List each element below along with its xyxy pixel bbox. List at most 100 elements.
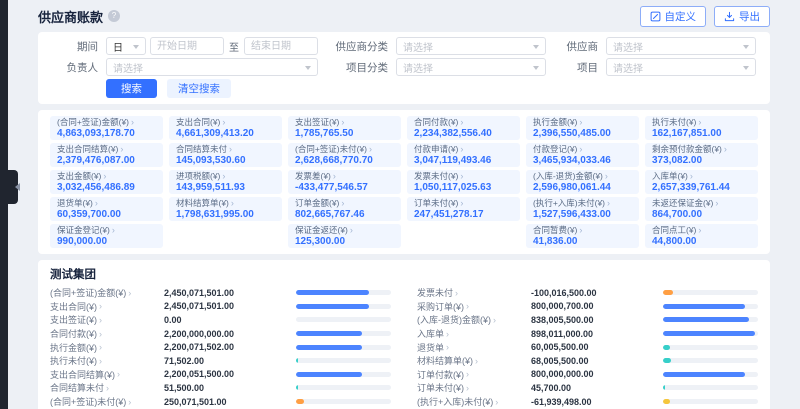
placeholder-text: 请选择 bbox=[613, 60, 643, 75]
clear-search-button[interactable]: 清空搜索 bbox=[167, 79, 231, 98]
metric-label[interactable]: 订单付款(¥)› bbox=[417, 368, 531, 381]
metric-row: (合同+签证)未付(¥)›250,071,501.00 bbox=[50, 395, 391, 409]
metric-value: -100,016,500.00 bbox=[531, 288, 663, 298]
stat-card[interactable]: (合同+签证)金额(¥)›4,863,093,178.70 bbox=[50, 116, 163, 140]
stat-card[interactable]: 支出签证(¥)›1,785,765.50 bbox=[288, 116, 401, 140]
stat-card[interactable]: 支出合同结算(¥)›2,379,476,087.00 bbox=[50, 143, 163, 167]
chevron-right-icon: › bbox=[103, 171, 106, 181]
metric-value: 250,071,501.00 bbox=[164, 397, 296, 407]
metric-row: 材料结算单(¥)›68,005,500.00 bbox=[417, 354, 758, 368]
metric-label[interactable]: 订单未付(¥)› bbox=[417, 381, 531, 394]
filter-actions: 搜索 清空搜索 bbox=[106, 79, 756, 98]
metric-label[interactable]: 合同付款(¥)› bbox=[50, 327, 164, 340]
metric-bar bbox=[663, 290, 758, 295]
metric-bar-fill bbox=[296, 399, 304, 404]
stat-label: (入库-退货)金额(¥)› bbox=[533, 171, 632, 181]
metric-label[interactable]: (入库-退货)金额(¥)› bbox=[417, 313, 531, 326]
stat-card[interactable]: 未返还保证金(¥)›864,700.00 bbox=[645, 197, 758, 221]
metric-label[interactable]: 执行未付(¥)› bbox=[50, 354, 164, 367]
stat-card[interactable]: 发票差(¥)›-433,477,546.57 bbox=[288, 170, 401, 194]
metric-label[interactable]: 支出签证(¥)› bbox=[50, 313, 164, 326]
stat-card[interactable]: 支出合同(¥)›4,661,309,413.20 bbox=[169, 116, 282, 140]
metric-label[interactable]: (合同+签证)金额(¥)› bbox=[50, 286, 164, 299]
metric-label[interactable]: 退货单› bbox=[417, 341, 531, 354]
metric-label[interactable]: 发票未付› bbox=[417, 286, 531, 299]
stat-value: 125,300.00 bbox=[295, 236, 394, 247]
owner-select[interactable]: 请选择 bbox=[106, 58, 318, 76]
stat-card[interactable]: 执行金额(¥)›2,396,550,485.00 bbox=[526, 116, 639, 140]
help-icon[interactable]: ? bbox=[108, 10, 120, 22]
metric-label[interactable]: 材料结算单(¥)› bbox=[417, 354, 531, 367]
project-select[interactable]: 请选择 bbox=[606, 58, 756, 76]
metric-label[interactable]: (合同+签证)未付(¥)› bbox=[50, 395, 164, 408]
chevron-right-icon: › bbox=[466, 369, 469, 379]
chevron-right-icon: › bbox=[333, 171, 336, 181]
stat-card[interactable]: 退货单(¥)›60,359,700.00 bbox=[50, 197, 163, 221]
stat-card[interactable]: (执行+入库)未付(¥)›1,527,596,433.00 bbox=[526, 197, 639, 221]
chevron-right-icon: › bbox=[607, 198, 610, 208]
stat-card[interactable]: 入库单(¥)›2,657,339,761.44 bbox=[645, 170, 758, 194]
project-category-select[interactable]: 请选择 bbox=[396, 58, 546, 76]
search-button[interactable]: 搜索 bbox=[106, 79, 157, 98]
stat-card[interactable]: 合同付款(¥)›2,234,382,556.40 bbox=[407, 116, 520, 140]
metric-column-left: (合同+签证)金额(¥)›2,450,071,501.00支出合同(¥)›2,4… bbox=[50, 286, 391, 409]
chevron-right-icon: › bbox=[229, 144, 232, 154]
start-date-input[interactable] bbox=[150, 37, 224, 55]
chevron-right-icon: › bbox=[369, 144, 372, 154]
metric-bar bbox=[296, 317, 391, 322]
stat-card[interactable]: 合同点工(¥)›44,800.00 bbox=[645, 224, 758, 248]
metric-label[interactable]: (执行+入库)未付(¥)› bbox=[417, 395, 531, 408]
stat-card[interactable]: 付款登记(¥)›3,465,934,033.46 bbox=[526, 143, 639, 167]
metric-label[interactable]: 支出合同结算(¥)› bbox=[50, 368, 164, 381]
chevron-right-icon: › bbox=[231, 198, 234, 208]
export-button[interactable]: 导出 bbox=[714, 6, 770, 27]
stat-card[interactable]: 订单未付(¥)›247,451,278.17 bbox=[407, 197, 520, 221]
stat-label: 发票差(¥)› bbox=[295, 171, 394, 181]
metric-label[interactable]: 支出合同(¥)› bbox=[50, 300, 164, 313]
metric-label[interactable]: 合同结算未付› bbox=[50, 381, 164, 394]
metric-label[interactable]: 入库单› bbox=[417, 327, 531, 340]
caret-down-icon bbox=[133, 45, 139, 52]
supplier-category-select[interactable]: 请选择 bbox=[396, 37, 546, 55]
customize-button[interactable]: 自定义 bbox=[640, 6, 707, 27]
chevron-right-icon: › bbox=[460, 144, 463, 154]
chevron-right-icon: › bbox=[446, 329, 449, 339]
stat-card[interactable]: 材料结算单(¥)›1,798,631,995.00 bbox=[169, 197, 282, 221]
stat-card[interactable]: 合同结算未付›145,093,530.60 bbox=[169, 143, 282, 167]
stat-value: 2,657,339,761.44 bbox=[652, 182, 751, 193]
metric-bar-fill bbox=[663, 372, 745, 377]
chevron-right-icon: › bbox=[120, 144, 123, 154]
stat-card[interactable]: 订单金额(¥)›802,665,767.46 bbox=[288, 197, 401, 221]
chevron-right-icon: › bbox=[715, 198, 718, 208]
stat-card[interactable]: (合同+签证)未付(¥)›2,628,668,770.70 bbox=[288, 143, 401, 167]
stat-card[interactable]: (入库-退货)金额(¥)›2,596,980,061.44 bbox=[526, 170, 639, 194]
stat-label: 材料结算单(¥)› bbox=[176, 198, 275, 208]
metric-bar-fill bbox=[296, 290, 369, 295]
metric-label[interactable]: 执行金额(¥)› bbox=[50, 341, 164, 354]
stat-card[interactable]: 执行未付(¥)›162,167,851.00 bbox=[645, 116, 758, 140]
collapsed-sidebar bbox=[0, 0, 8, 409]
chevron-right-icon: › bbox=[466, 301, 469, 311]
end-date-input[interactable] bbox=[244, 37, 318, 55]
metric-label[interactable]: 采购订单(¥)› bbox=[417, 300, 531, 313]
stat-label: 入库单(¥)› bbox=[652, 171, 751, 181]
stat-card[interactable]: 进项税额(¥)›143,959,511.93 bbox=[169, 170, 282, 194]
chevron-right-icon: › bbox=[579, 117, 582, 127]
stat-card[interactable]: 付款申请(¥)›3,047,119,493.46 bbox=[407, 143, 520, 167]
period-unit-select[interactable]: 日 bbox=[106, 37, 146, 55]
metric-row: 执行金额(¥)›2,200,071,502.00 bbox=[50, 340, 391, 354]
supplier-select[interactable]: 请选择 bbox=[606, 37, 756, 55]
chevron-right-icon: › bbox=[99, 329, 102, 339]
stat-card[interactable]: 剩余预付款金额(¥)›373,082.00 bbox=[645, 143, 758, 167]
stat-card[interactable]: 发票未付(¥)›1,050,117,025.63 bbox=[407, 170, 520, 194]
stat-card[interactable]: 保证金返还(¥)›125,300.00 bbox=[288, 224, 401, 248]
metric-bar bbox=[663, 399, 758, 404]
stat-label: 订单金额(¥)› bbox=[295, 198, 394, 208]
stat-card[interactable]: 支出金额(¥)›3,032,456,486.89 bbox=[50, 170, 163, 194]
stat-card[interactable]: 合同暂费(¥)›41,836.00 bbox=[526, 224, 639, 248]
stat-value: 2,396,550,485.00 bbox=[533, 128, 632, 139]
period-label: 期间 bbox=[52, 39, 98, 54]
sidebar-toggle-tab[interactable] bbox=[8, 170, 18, 204]
metric-bar bbox=[663, 385, 758, 390]
stat-card[interactable]: 保证金登记(¥)›990,000.00 bbox=[50, 224, 163, 248]
